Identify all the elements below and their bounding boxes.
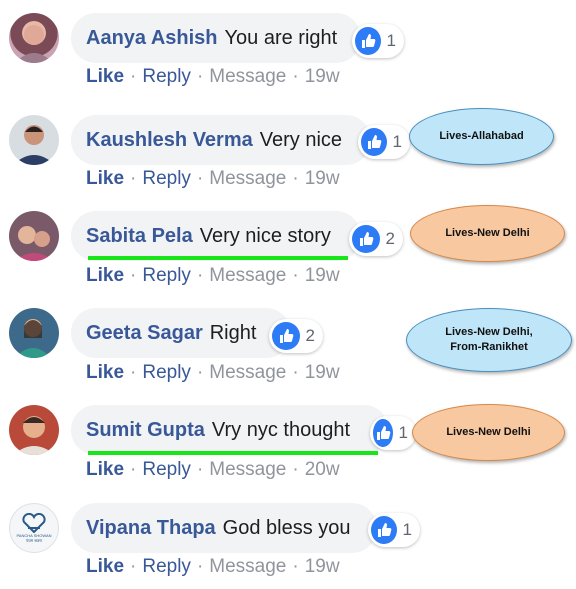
reaction-count: 2 [385, 229, 395, 248]
like-reaction-icon [361, 128, 387, 156]
commenter-name[interactable]: Kaushlesh Verma [86, 129, 253, 152]
location-annotation: Lives-Allahabad [409, 108, 554, 165]
comment-text: Right [209, 321, 257, 344]
like-link[interactable]: Like [86, 556, 124, 577]
reaction-count: 1 [386, 31, 396, 50]
message-link[interactable]: Message [209, 168, 286, 189]
commenter-name[interactable]: Geeta Sagar [86, 322, 203, 345]
reaction-count: 1 [398, 423, 408, 442]
reply-link[interactable]: Reply [142, 459, 191, 480]
reply-link[interactable]: Reply [142, 168, 191, 189]
comment-actions: Like · Reply · Message · 19w [86, 362, 340, 383]
location-annotation: Lives-New Delhi, From-Ranikhet [406, 308, 572, 372]
comment-actions: Like · Reply · Message · 19w [86, 168, 340, 189]
commenter-name[interactable]: Sabita Pela [86, 225, 193, 248]
avatar[interactable] [9, 308, 59, 358]
message-link[interactable]: Message [209, 556, 286, 577]
reaction-count: 1 [402, 520, 412, 539]
like-reaction-icon [272, 322, 300, 350]
like-link[interactable]: Like [86, 66, 124, 87]
commenter-name[interactable]: Vipana Thapa [86, 517, 216, 540]
heart-logo-icon [22, 513, 46, 533]
reaction-count-badge[interactable]: 1 [352, 24, 404, 58]
comment-actions: Like · Reply · Message · 20w [86, 459, 340, 480]
avatar[interactable]: PANCHA SHOWAN पंचम श्रवण [9, 503, 59, 553]
location-annotation: Lives-New Delhi [412, 404, 565, 461]
reaction-count-badge[interactable]: 1 [358, 125, 410, 159]
avatar[interactable] [9, 211, 59, 261]
comment-text: Very nice [259, 128, 343, 151]
reply-link[interactable]: Reply [142, 66, 191, 87]
highlight-underline [88, 451, 378, 455]
comment-actions: Like · Reply · Message · 19w [86, 66, 340, 87]
reaction-count: 1 [392, 132, 402, 151]
comment-bubble: Vipana Thapa God bless you [71, 503, 377, 553]
highlight-underline [88, 256, 348, 260]
timestamp[interactable]: 19w [305, 556, 340, 577]
comment-bubble: Sumit Gupta Vry nyc thought [71, 405, 389, 455]
comment-text: You are right [224, 26, 338, 49]
avatar[interactable] [9, 13, 59, 63]
comment-bubble: Aanya Ashish You are right [71, 13, 361, 63]
like-link[interactable]: Like [86, 459, 124, 480]
avatar-photo-icon [14, 226, 54, 261]
avatar[interactable] [9, 115, 59, 165]
comment-actions: Like · Reply · Message · 19w [86, 556, 340, 577]
timestamp[interactable]: 19w [305, 66, 340, 87]
avatar[interactable] [9, 405, 59, 455]
reaction-count-badge[interactable]: 2 [269, 319, 323, 353]
reaction-count-badge[interactable]: 2 [349, 222, 403, 256]
reaction-count-badge[interactable]: 1 [370, 416, 416, 450]
reaction-count-badge[interactable]: 1 [368, 513, 420, 547]
like-link[interactable]: Like [86, 362, 124, 383]
timestamp[interactable]: 20w [305, 459, 340, 480]
like-reaction-icon [352, 225, 380, 253]
reply-link[interactable]: Reply [142, 362, 191, 383]
comment-actions: Like · Reply · Message · 19w [86, 265, 340, 286]
like-reaction-icon [373, 419, 393, 447]
like-reaction-icon [371, 516, 397, 544]
reaction-count: 2 [305, 326, 315, 345]
message-link[interactable]: Message [209, 66, 286, 87]
reply-link[interactable]: Reply [142, 556, 191, 577]
message-link[interactable]: Message [209, 265, 286, 286]
like-link[interactable]: Like [86, 265, 124, 286]
comment-bubble: Sabita Pela Very nice story [71, 211, 361, 261]
avatar-photo-icon [15, 319, 51, 358]
comment-bubble: Geeta Sagar Right [71, 308, 291, 358]
timestamp[interactable]: 19w [305, 362, 340, 383]
comment-text: God bless you [222, 516, 351, 539]
reply-link[interactable]: Reply [142, 265, 191, 286]
logo-text-hindi: पंचम श्रवण [25, 538, 43, 543]
avatar-photo-icon [15, 25, 53, 63]
comment-text: Very nice story [199, 224, 331, 247]
commenter-name[interactable]: Aanya Ashish [86, 27, 218, 50]
timestamp[interactable]: 19w [305, 168, 340, 189]
comment-text: Vry nyc thought [211, 418, 351, 441]
commenter-name[interactable]: Sumit Gupta [86, 419, 205, 442]
like-reaction-icon [355, 27, 381, 55]
comment-bubble: Kaushlesh Verma Very nice [71, 115, 371, 165]
avatar-photo-icon [13, 125, 55, 165]
avatar-photo-icon [13, 416, 55, 455]
message-link[interactable]: Message [209, 459, 286, 480]
timestamp[interactable]: 19w [305, 265, 340, 286]
message-link[interactable]: Message [209, 362, 286, 383]
location-annotation: Lives-New Delhi [410, 205, 565, 262]
like-link[interactable]: Like [86, 168, 124, 189]
